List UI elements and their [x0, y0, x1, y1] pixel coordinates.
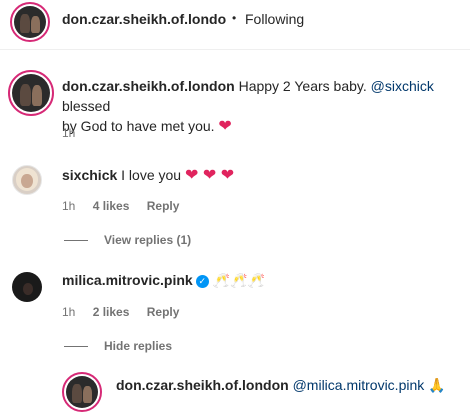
hide-replies-label: Hide replies [104, 339, 173, 353]
caption-body: Happy 2 Years baby. [238, 78, 371, 94]
mention-milica[interactable]: @milica.mitrovic.pink [293, 377, 425, 393]
reply-button[interactable]: Reply [147, 305, 180, 319]
post-header: don.czar.sheikh.of.londo • Following [0, 0, 470, 50]
comment-text: sixchick I love you ❤ ❤ ❤ [62, 165, 234, 185]
reply-username[interactable]: don.czar.sheikh.of.london [116, 377, 289, 393]
reply-text: don.czar.sheikh.of.london @milica.mitrov… [116, 377, 446, 394]
caption-time: 1h [62, 126, 76, 140]
heart-emoji: ❤ [218, 118, 232, 135]
reply-avatar[interactable] [62, 372, 102, 412]
caption-avatar[interactable] [8, 70, 54, 116]
view-replies-button[interactable]: View replies (1) [64, 233, 191, 247]
milica-avatar[interactable] [12, 272, 42, 302]
hearts-emoji: ❤ ❤ ❤ [184, 167, 235, 184]
verified-badge-icon: ✓ [195, 274, 209, 288]
pray-emoji: 🙏 [428, 377, 446, 393]
caption-body-line2: by God to have met you. [62, 118, 219, 134]
mention-sixchick[interactable]: @sixchick [371, 78, 434, 94]
caption-username[interactable]: don.czar.sheikh.of.london [62, 78, 235, 94]
comment-time: 1h [62, 199, 76, 213]
comment-likes[interactable]: 2 likes [93, 305, 130, 319]
reply-dash [64, 346, 88, 348]
comment-meta: 1h 4 likes Reply [62, 199, 193, 213]
reply-dash [64, 240, 88, 242]
comment-meta: 1h 2 likes Reply [62, 305, 193, 319]
header-username[interactable]: don.czar.sheikh.of.londo [62, 11, 226, 27]
caption-text: don.czar.sheikh.of.london Happy 2 Years … [62, 76, 462, 137]
comment-time: 1h [62, 305, 76, 319]
toast-emoji: 🥂🥂🥂 [212, 272, 265, 288]
comment-body: I love you [121, 167, 185, 183]
following-button[interactable]: Following [245, 11, 304, 27]
comment-likes[interactable]: 4 likes [93, 199, 130, 213]
view-replies-label: View replies (1) [104, 233, 192, 247]
header-avatar[interactable] [10, 2, 50, 42]
hide-replies-button[interactable]: Hide replies [64, 339, 172, 353]
caption-body-cont: blessed [62, 98, 111, 114]
sixchick-avatar[interactable] [12, 165, 42, 195]
header-separator: • [232, 11, 237, 25]
comment-text: milica.mitrovic.pink ✓ 🥂🥂🥂 [62, 272, 265, 289]
reply-button[interactable]: Reply [147, 199, 180, 213]
comment-username[interactable]: milica.mitrovic.pink [62, 272, 193, 288]
comment-username[interactable]: sixchick [62, 167, 117, 183]
